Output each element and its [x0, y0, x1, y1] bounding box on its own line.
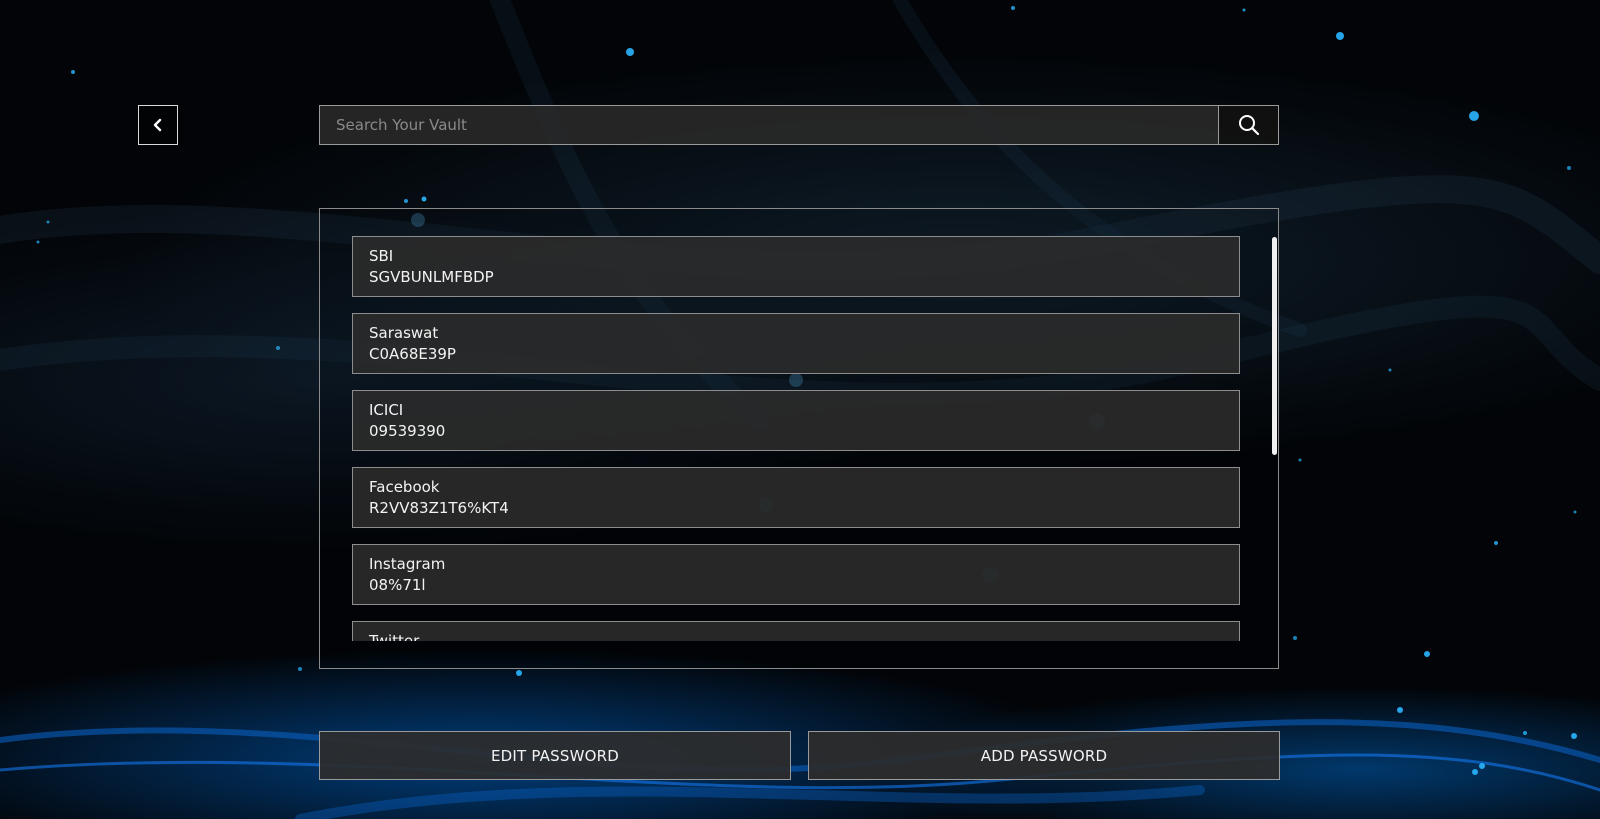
back-button[interactable] [138, 105, 178, 145]
vault-entry[interactable]: Facebook R2VV83Z1T6%KT4 [352, 467, 1240, 528]
entry-password: SGVBUNLMFBDP [369, 268, 494, 286]
search-input[interactable] [320, 106, 1218, 144]
entry-name: Saraswat [369, 324, 439, 342]
search-bar [319, 105, 1279, 145]
chevron-left-icon [153, 118, 162, 132]
search-button[interactable] [1218, 106, 1278, 144]
entry-name: ICICI [369, 401, 404, 419]
entry-name: SBI [369, 247, 394, 265]
add-password-button[interactable]: ADD PASSWORD [808, 731, 1280, 780]
entry-name: Twitter [369, 632, 420, 641]
entry-password: 08%71l [369, 576, 426, 594]
vault-entry[interactable]: ICICI 09539390 [352, 390, 1240, 451]
entry-password: C0A68E39P [369, 345, 456, 363]
vault-entry-list[interactable]: SBI SGVBUNLMFBDP Saraswat C0A68E39P ICIC… [352, 236, 1240, 641]
vault-list-panel: SBI SGVBUNLMFBDP Saraswat C0A68E39P ICIC… [319, 208, 1279, 669]
scrollbar-thumb[interactable] [1272, 237, 1277, 455]
vault-entry[interactable]: Twitter [352, 621, 1240, 641]
edit-password-button[interactable]: EDIT PASSWORD [319, 731, 791, 780]
vault-entry[interactable]: SBI SGVBUNLMFBDP [352, 236, 1240, 297]
vault-entry[interactable]: Instagram 08%71l [352, 544, 1240, 605]
entry-password: R2VV83Z1T6%KT4 [369, 499, 509, 517]
entry-name: Facebook [369, 478, 440, 496]
entry-password: 09539390 [369, 422, 446, 440]
entry-name: Instagram [369, 555, 446, 573]
vault-entry[interactable]: Saraswat C0A68E39P [352, 313, 1240, 374]
search-icon [1238, 115, 1259, 136]
